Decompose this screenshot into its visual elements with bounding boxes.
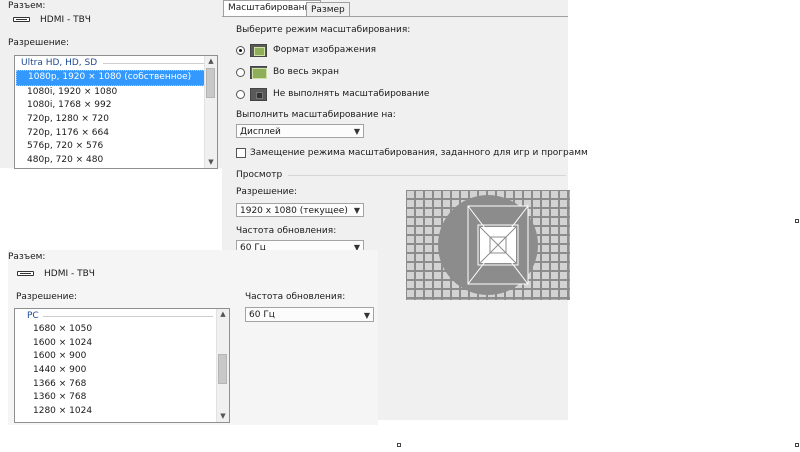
resolution-list-item[interactable]: 720p, 1176 × 664: [15, 127, 217, 141]
bottom-panel: Разъем: HDMI - ТВЧ Разрешение: Частота о…: [8, 250, 378, 425]
preview-test-pattern: [406, 190, 570, 300]
resolution-list-item[interactable]: 1600 × 1024: [15, 337, 229, 351]
mode-label: Формат изображения: [273, 45, 377, 55]
resolution-dropdown[interactable]: 1920 x 1080 (текущее) ▼: [236, 203, 364, 217]
resolution-list-item[interactable]: 1080p, 1920 × 1080 (собственное): [16, 70, 216, 86]
resolution-list-item[interactable]: 720p, 1280 × 720: [15, 113, 217, 127]
resolution-list-item[interactable]: 1366 × 768: [15, 378, 229, 392]
resize-handle-right[interactable]: [795, 219, 799, 223]
mode-label: Не выполнять масштабирование: [273, 89, 430, 99]
scroll-up-icon[interactable]: ▲: [205, 56, 217, 67]
tab-panel-border: [222, 16, 568, 17]
resolution-list-item[interactable]: 576p, 720 × 576: [15, 140, 217, 154]
scroll-thumb[interactable]: [206, 68, 215, 98]
list-group-header: PC: [15, 309, 229, 323]
connector-label: Разъем:: [8, 252, 46, 262]
resolution-list-item[interactable]: 1440 × 900: [15, 364, 229, 378]
connector-value: HDMI - ТВЧ: [44, 269, 95, 279]
resolution-list-item[interactable]: 1080i, 1920 × 1080: [15, 86, 217, 100]
resize-handle-corner[interactable]: [795, 443, 799, 447]
perform-on-dropdown[interactable]: Дисплей ▼: [236, 124, 364, 138]
choose-mode-label: Выберите режим масштабирования:: [236, 25, 411, 35]
connector-value: HDMI - ТВЧ: [40, 15, 91, 25]
pc-resolution-scrollbar[interactable]: ▲ ▼: [216, 309, 229, 422]
radio-aspect[interactable]: [236, 45, 245, 55]
mode-option-aspect[interactable]: Формат изображения: [236, 42, 376, 58]
pc-resolution-listbox[interactable]: PC 1680 × 1050 1600 × 1024 1600 × 900 14…: [14, 308, 230, 423]
resolution-list-item[interactable]: 1600 × 900: [15, 350, 229, 364]
scroll-thumb[interactable]: [218, 354, 227, 384]
scroll-down-icon[interactable]: ▼: [205, 157, 217, 168]
preview-label: Просмотр: [236, 170, 283, 180]
resolution-list-item[interactable]: 1280 × 1024: [15, 405, 229, 419]
preview-separator: [288, 175, 566, 176]
refresh-rate-dropdown[interactable]: 60 Гц ▼: [245, 307, 374, 322]
refresh-rate-label: Частота обновления:: [245, 292, 346, 302]
resize-handle-bottom[interactable]: [397, 443, 401, 447]
aspect-ratio-icon: [250, 43, 267, 57]
resolution-list-item[interactable]: 480p, 720 × 480: [15, 154, 217, 168]
no-scaling-icon: [250, 87, 267, 101]
resolution-label: Разрешение:: [16, 292, 78, 302]
chevron-down-icon: ▼: [363, 311, 370, 320]
override-label: Замещение режима масштабирования, заданн…: [250, 148, 588, 158]
override-checkbox[interactable]: [236, 148, 246, 158]
radio-no-scaling[interactable]: [236, 89, 245, 99]
scroll-down-icon[interactable]: ▼: [217, 411, 229, 422]
mode-option-fullscreen[interactable]: Во весь экран: [236, 64, 339, 80]
chevron-down-icon: ▼: [353, 127, 360, 136]
tab-size[interactable]: Размер: [306, 2, 350, 17]
hdmi-connector-icon: [17, 271, 34, 276]
hdmi-connector-icon: [13, 17, 30, 22]
refresh-rate-label: Частота обновления:: [236, 226, 337, 236]
chevron-down-icon: ▼: [353, 206, 360, 215]
resolution-label: Разрешение:: [8, 38, 70, 48]
scroll-up-icon[interactable]: ▲: [217, 309, 229, 320]
resolution-listbox[interactable]: Ultra HD, HD, SD 1080p, 1920 × 1080 (соб…: [14, 55, 218, 169]
resolution-list-item[interactable]: 1360 × 768: [15, 391, 229, 405]
fullscreen-icon: [250, 65, 267, 79]
resolution-list-scrollbar[interactable]: ▲ ▼: [204, 56, 217, 168]
resolution-list-item[interactable]: 1080i, 1768 × 992: [15, 99, 217, 113]
mode-option-none[interactable]: Не выполнять масштабирование: [236, 86, 429, 102]
radio-fullscreen[interactable]: [236, 67, 245, 77]
connector-label: Разъем:: [8, 1, 46, 11]
mode-label: Во весь экран: [273, 67, 339, 77]
resolution-list-item[interactable]: 1680 × 1050: [15, 323, 229, 337]
resolution-label: Разрешение:: [236, 187, 298, 197]
list-group-header: Ultra HD, HD, SD: [15, 56, 217, 70]
perform-on-label: Выполнить масштабирование на:: [236, 110, 396, 120]
